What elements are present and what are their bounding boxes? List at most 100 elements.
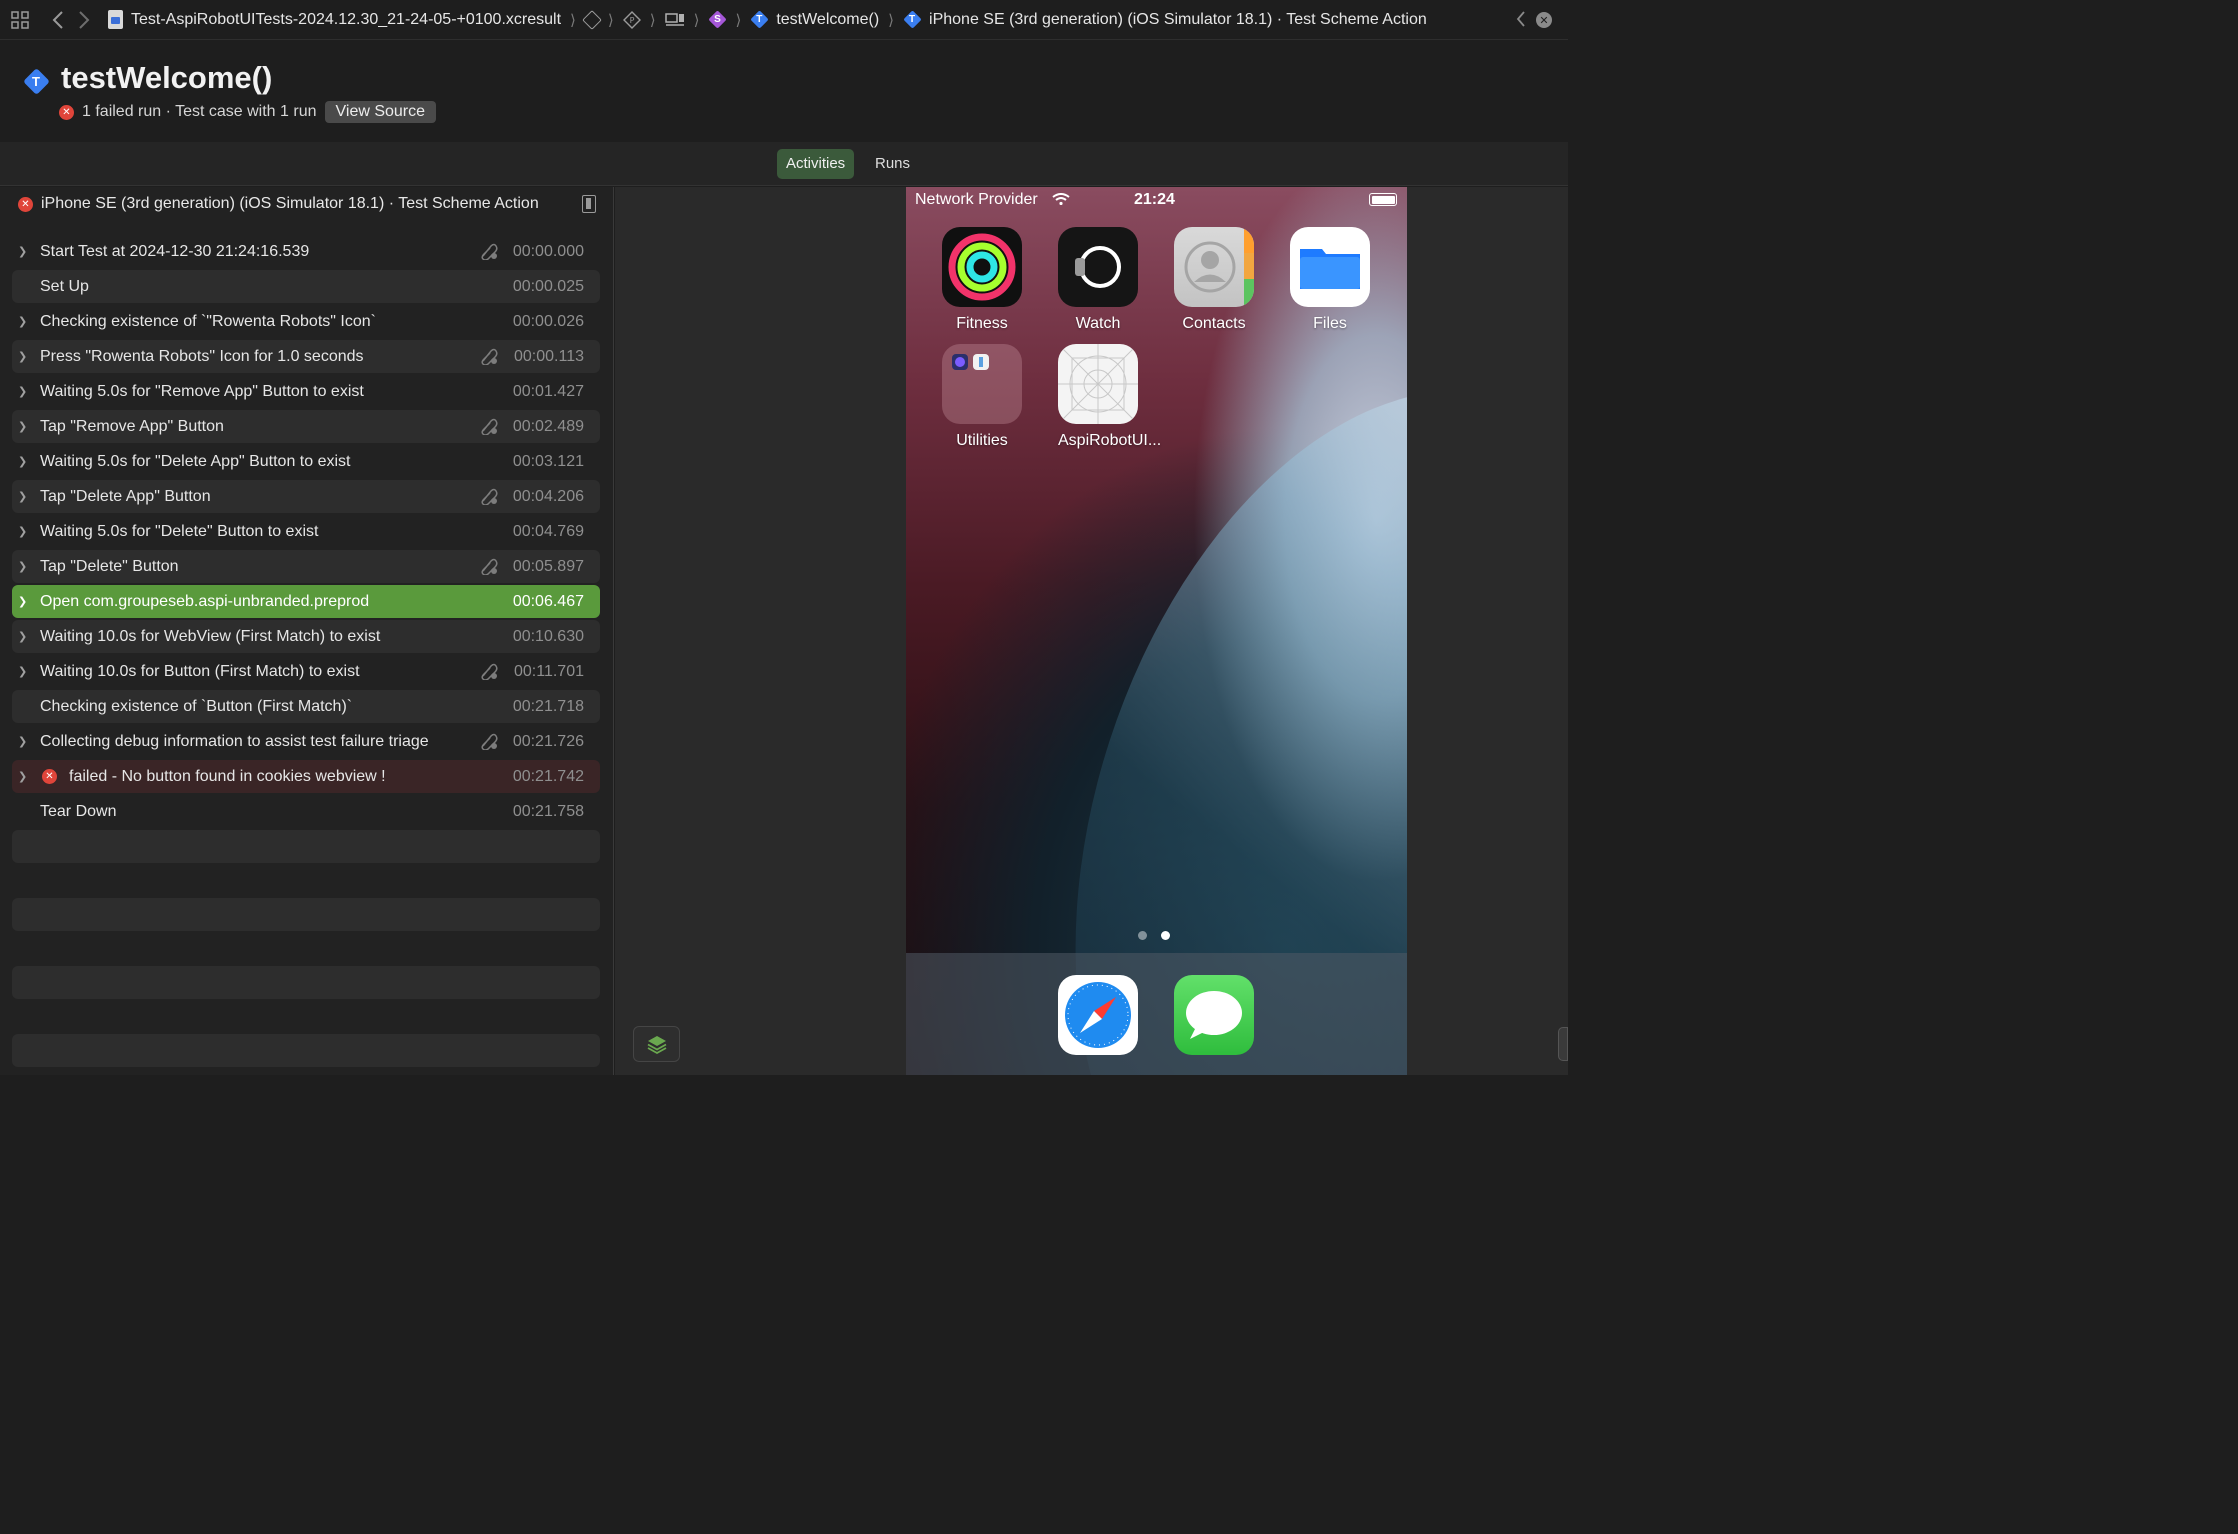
disclosure-chevron-icon[interactable]: ❯	[18, 455, 28, 468]
empty-row	[12, 898, 600, 931]
layers-button[interactable]	[633, 1026, 680, 1062]
device-icon[interactable]	[582, 195, 596, 213]
files-icon	[1290, 227, 1370, 307]
contacts-icon	[1174, 227, 1254, 307]
wifi-icon	[1052, 193, 1070, 205]
back-arrow-icon[interactable]	[52, 10, 64, 29]
placeholder-app-icon	[1058, 344, 1138, 424]
activity-label: Waiting 10.0s for Button (First Match) t…	[40, 662, 360, 680]
status-bar: Network Provider 21:24	[906, 187, 1407, 213]
view-source-button[interactable]: View Source	[324, 101, 437, 123]
disclosure-chevron-icon[interactable]: ❯	[18, 560, 28, 573]
activity-row[interactable]: Set Up 00:00.025	[12, 270, 600, 303]
activity-timestamp: 00:21.742	[512, 767, 584, 785]
activity-label: Waiting 10.0s for WebView (First Match) …	[40, 627, 381, 645]
test-badge-letter: T	[756, 14, 763, 25]
activity-row[interactable]: ❯ Collecting debug information to assist …	[12, 725, 600, 758]
issue-close-icon[interactable]: ✕	[1536, 12, 1552, 28]
activity-row[interactable]: ❯ Waiting 5.0s for "Delete App" Button to…	[12, 445, 600, 478]
app-watch: Watch	[1058, 227, 1138, 333]
activity-label: Tap "Delete" Button	[40, 557, 179, 575]
grid-icon[interactable]	[10, 10, 30, 29]
activity-row[interactable]: ❯ Checking existence of `"Rowenta Robots"…	[12, 305, 600, 338]
breadcrumb-separator-icon: ⟩	[693, 11, 700, 29]
page-indicator[interactable]	[1138, 931, 1170, 940]
activity-row[interactable]: ❯ Press "Rowenta Robots" Icon for 1.0 sec…	[12, 340, 600, 373]
test-case-icon: T	[750, 11, 768, 29]
activity-timestamp: 00:04.206	[512, 487, 584, 505]
disclosure-chevron-icon[interactable]: ❯	[18, 315, 28, 328]
disclosure-chevron-icon[interactable]: ❯	[18, 490, 28, 503]
breadcrumb-file[interactable]: Test-AspiRobotUITests-2024.12.30_21-24-0…	[108, 10, 561, 29]
activity-row[interactable]: ❯ Waiting 5.0s for "Delete" Button to exi…	[12, 515, 600, 548]
attachment-icon[interactable]	[479, 347, 499, 365]
activity-list: ❯ Start Test at 2024-12-30 21:24:16.539 00…	[12, 235, 600, 1075]
activity-label: Tear Down	[40, 802, 117, 820]
activity-row[interactable]: Checking existence of `Button (First Mat…	[12, 690, 600, 723]
activity-row[interactable]: ❯ Waiting 10.0s for Button (First Match) …	[12, 655, 600, 688]
empty-row	[12, 1034, 600, 1067]
attachment-icon[interactable]	[479, 662, 499, 680]
breadcrumb-separator-icon: ⟩	[888, 11, 895, 29]
activity-label: failed - No button found in cookies webv…	[69, 767, 386, 785]
activity-timestamp: 00:21.726	[512, 732, 584, 750]
disclosure-chevron-icon[interactable]: ❯	[18, 770, 28, 783]
app-label: Utilities	[956, 432, 1008, 449]
activity-timestamp: 00:00.000	[512, 242, 584, 260]
disclosure-chevron-icon[interactable]: ❯	[18, 630, 28, 643]
disclosure-chevron-icon[interactable]: ❯	[18, 385, 28, 398]
activity-label: Checking existence of `Button (First Mat…	[40, 697, 353, 715]
app-label: Files	[1313, 315, 1347, 332]
test-case-badge-icon: T	[22, 67, 50, 95]
forward-arrow-icon[interactable]	[78, 10, 90, 29]
activity-label: Tap "Delete App" Button	[40, 487, 211, 505]
tab-activities[interactable]: Activities	[777, 149, 855, 179]
activity-label: Open com.groupeseb.aspi-unbranded.prepro…	[40, 592, 370, 610]
page-title: testWelcome()	[61, 60, 273, 95]
previous-issue-icon[interactable]	[1516, 11, 1526, 27]
package-icon[interactable]: P	[622, 10, 641, 29]
attachment-icon[interactable]	[479, 242, 499, 260]
activity-label: Start Test at 2024-12-30 21:24:16.539	[40, 242, 310, 260]
disclosure-chevron-icon[interactable]: ❯	[18, 420, 28, 433]
inspector-handle[interactable]	[1558, 1027, 1568, 1061]
layers-icon	[647, 1036, 666, 1055]
activity-label: Checking existence of `"Rowenta Robots" …	[40, 312, 376, 330]
activity-row[interactable]: ❯ Tap "Delete" Button 00:05.897	[12, 550, 600, 583]
activity-label: Waiting 5.0s for "Remove App" Button to …	[40, 382, 364, 400]
test-suite-icon[interactable]: S	[708, 11, 726, 29]
breadcrumb-separator-icon: ⟩	[735, 11, 742, 29]
activity-row[interactable]: ❯ Waiting 10.0s for WebView (First Match)…	[12, 620, 600, 653]
folder-icon	[942, 344, 1022, 424]
disclosure-chevron-icon[interactable]: ❯	[18, 735, 28, 748]
activity-row[interactable]: ❯ Start Test at 2024-12-30 21:24:16.539 00…	[12, 235, 600, 268]
disclosure-chevron-icon[interactable]: ❯	[18, 350, 28, 363]
breadcrumb-bar: Test-AspiRobotUITests-2024.12.30_21-24-0…	[0, 0, 1568, 40]
activity-row[interactable]: ❯ Open com.groupeseb.aspi-unbranded.prepr…	[12, 585, 600, 618]
attachment-icon[interactable]	[479, 487, 499, 505]
attachment-icon[interactable]	[479, 732, 499, 750]
disclosure-chevron-icon[interactable]: ❯	[18, 665, 28, 678]
app-fitness: Fitness	[942, 227, 1022, 333]
breadcrumb-destination[interactable]: T iPhone SE (3rd generation) (iOS Simula…	[903, 11, 1427, 29]
disclosure-chevron-icon[interactable]: ❯	[18, 245, 28, 258]
app-files: Files	[1290, 227, 1370, 333]
failed-activity-row[interactable]: ❯ ✕ failed - No button found in cookies we…	[12, 760, 600, 793]
test-plan-icon[interactable]	[581, 9, 602, 30]
attachment-icon[interactable]	[479, 557, 499, 575]
activity-label: Waiting 5.0s for "Delete App" Button to …	[40, 452, 351, 470]
tab-runs[interactable]: Runs	[866, 149, 919, 179]
safari-icon	[1058, 975, 1138, 1055]
target-icon[interactable]	[664, 12, 685, 28]
empty-row	[12, 830, 600, 863]
activity-label: Set Up	[40, 277, 89, 295]
attachment-icon[interactable]	[479, 417, 499, 435]
disclosure-chevron-icon[interactable]: ❯	[18, 525, 28, 538]
activity-row[interactable]: ❯ Tap "Delete App" Button 00:04.206	[12, 480, 600, 513]
breadcrumb-test[interactable]: T testWelcome()	[750, 11, 879, 29]
activity-row[interactable]: ❯ Tap "Remove App" Button 00:02.489	[12, 410, 600, 443]
disclosure-chevron-icon[interactable]: ❯	[18, 595, 28, 608]
activity-label: Tap "Remove App" Button	[40, 417, 224, 435]
activity-row[interactable]: Tear Down 00:21.758	[12, 795, 600, 828]
activity-row[interactable]: ❯ Waiting 5.0s for "Remove App" Button to…	[12, 375, 600, 408]
